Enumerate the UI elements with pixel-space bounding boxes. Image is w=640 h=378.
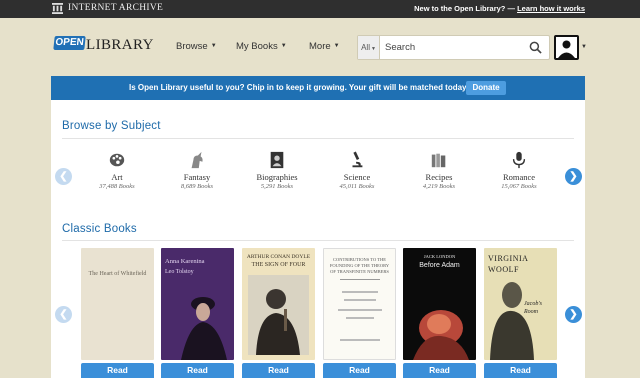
nav-browse[interactable]: Browse ▼ <box>176 41 217 52</box>
subject-count: 5,291 Books <box>260 183 294 190</box>
subject-name: Art <box>111 172 123 182</box>
nav-more-label: More <box>309 41 331 52</box>
classic-books-heading[interactable]: Classic Books <box>62 223 137 235</box>
book-cover-sign-of-four[interactable]: Arthur Conan Doyle The Sign of Four <box>242 248 315 360</box>
subject-romance[interactable]: Romance 15,067 Books <box>487 149 551 190</box>
microphone-icon <box>512 151 526 169</box>
user-icon <box>558 40 575 58</box>
new-user-notice: New to the Open Library? — Learn how it … <box>414 4 585 13</box>
learn-how-link[interactable]: Learn how it works <box>517 4 585 13</box>
portrait-icon <box>270 151 284 169</box>
text-line <box>340 339 380 341</box>
books-next-arrow-icon[interactable]: ❯ <box>565 306 582 323</box>
subject-name: Biographies <box>256 172 298 182</box>
chevron-down-icon: ▼ <box>280 43 287 50</box>
read-button[interactable]: Read <box>161 363 234 378</box>
read-button[interactable]: Read <box>81 363 154 378</box>
top-bar: Internet Archive New to the Open Library… <box>0 0 640 18</box>
read-button[interactable]: Read <box>403 363 476 378</box>
user-avatar-button[interactable] <box>554 35 579 60</box>
book-title: Contributions to the Founding of the The… <box>329 257 390 275</box>
unicorn-icon <box>191 151 203 169</box>
subject-count: 15,067 Books <box>501 183 537 190</box>
subject-name: Recipes <box>425 172 453 182</box>
text-line <box>342 291 378 293</box>
book-cover-transfinite-numbers[interactable]: Contributions to the Founding of the The… <box>323 248 396 360</box>
palette-icon <box>109 153 125 167</box>
rule <box>340 279 380 280</box>
chevron-down-icon: ▼ <box>333 43 340 50</box>
search-bar: All▼ <box>357 35 550 60</box>
read-button[interactable]: Read <box>323 363 396 378</box>
open-library-logo-badge[interactable]: OPEN <box>53 36 86 50</box>
subject-count: 45,011 Books <box>339 183 375 190</box>
archive-building-icon[interactable] <box>52 3 63 14</box>
book-title: The Heart of Whitefield <box>88 271 147 277</box>
text-line <box>344 299 376 301</box>
subject-name: Science <box>343 172 371 182</box>
read-button[interactable]: Read <box>242 363 315 378</box>
book-title: Anna Karenina <box>165 258 205 265</box>
section-divider <box>62 138 574 139</box>
browse-by-subject-heading[interactable]: Browse by Subject <box>62 120 161 132</box>
books-icon <box>431 153 446 168</box>
subjects-prev-arrow-icon[interactable]: ❮ <box>55 168 72 185</box>
open-library-logo-text[interactable]: LIBRARY <box>86 37 154 54</box>
nav-my-books[interactable]: My Books ▼ <box>236 41 287 52</box>
book-author: Leo Tolstoy <box>165 269 194 275</box>
subject-recipes[interactable]: Recipes 4,219 Books <box>407 149 471 190</box>
book-title: Jacob's Room <box>524 301 542 316</box>
search-icon[interactable] <box>529 41 542 54</box>
subjects-next-arrow-icon[interactable]: ❯ <box>565 168 582 185</box>
chevron-down-icon: ▼ <box>210 43 217 50</box>
donation-message: Is Open Library useful to you? Chip in t… <box>129 83 470 92</box>
avatar-chevron-down-icon[interactable]: ▼ <box>581 44 587 50</box>
text-line <box>338 309 382 311</box>
nav-more[interactable]: More ▼ <box>309 41 340 52</box>
nav-browse-label: Browse <box>176 41 208 52</box>
book-title: Before Adam <box>419 262 460 269</box>
subject-art[interactable]: Art 37,488 Books <box>85 149 149 190</box>
subject-name: Romance <box>502 172 536 182</box>
read-button[interactable]: Read <box>484 363 557 378</box>
donate-button[interactable]: Donate <box>466 81 506 95</box>
books-prev-arrow-icon[interactable]: ❮ <box>55 306 72 323</box>
search-scope-label: All <box>361 43 370 52</box>
cover-art <box>490 282 534 360</box>
cover-art <box>413 310 469 360</box>
book-cover-heart-of-whitefield[interactable]: The Heart of Whitefield <box>81 248 154 360</box>
subject-count: 37,488 Books <box>99 183 135 190</box>
section-divider <box>62 240 574 241</box>
cover-art <box>181 297 227 360</box>
book-title: The Sign of Four <box>251 262 306 268</box>
donation-banner: Is Open Library useful to you? Chip in t… <box>51 76 585 100</box>
search-input[interactable] <box>385 40 525 55</box>
subject-biographies[interactable]: Biographies 5,291 Books <box>245 149 309 190</box>
book-cover-jacobs-room[interactable]: Virginia Woolf Jacob's Room <box>484 248 557 360</box>
subject-count: 4,219 Books <box>422 183 456 190</box>
subject-count: 8,689 Books <box>180 183 214 190</box>
book-cover-anna-karenina[interactable]: Anna Karenina Leo Tolstoy <box>161 248 234 360</box>
search-scope-select[interactable]: All▼ <box>358 36 380 59</box>
new-user-text: New to the Open Library? — <box>414 4 515 13</box>
subject-name: Fantasy <box>183 172 211 182</box>
cover-art <box>248 275 309 355</box>
nav-my-books-label: My Books <box>236 41 278 52</box>
main-content: Browse by Subject ❮ ❯ Art 37,488 Books F… <box>51 100 585 378</box>
subject-science[interactable]: Science 45,011 Books <box>325 149 389 190</box>
book-author: Jack London <box>423 254 456 259</box>
text-line <box>346 317 374 319</box>
internet-archive-link[interactable]: Internet Archive <box>68 3 163 13</box>
book-cover-before-adam[interactable]: Jack London Before Adam <box>403 248 476 360</box>
subject-fantasy[interactable]: Fantasy 8,689 Books <box>165 149 229 190</box>
microscope-icon <box>352 151 363 168</box>
